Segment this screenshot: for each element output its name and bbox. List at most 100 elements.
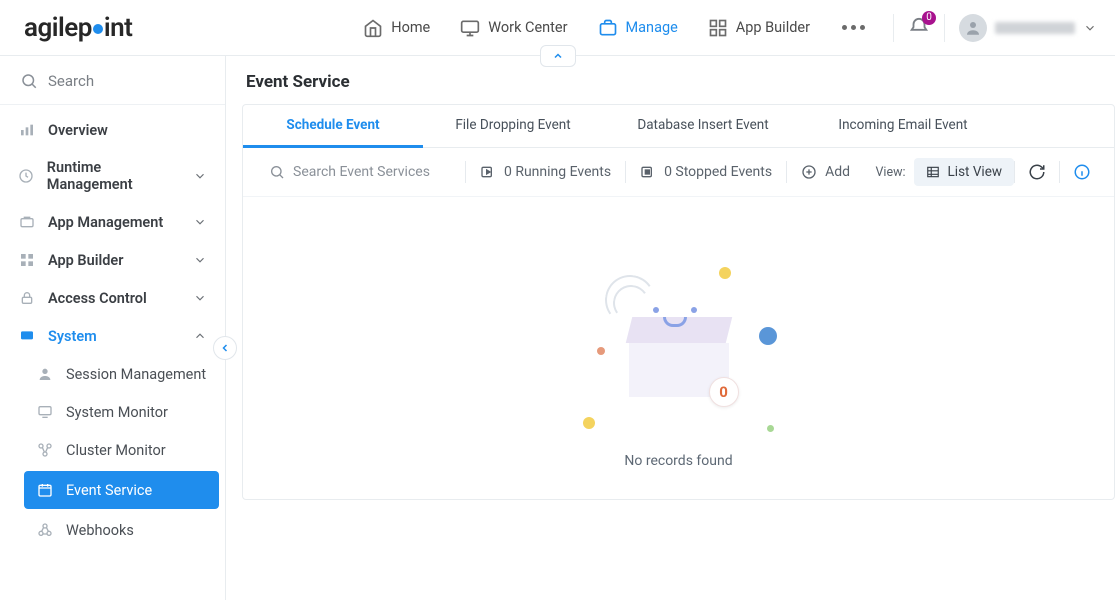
running-icon	[480, 164, 496, 180]
notifications-button[interactable]: 0	[908, 17, 930, 39]
sidebar-item-runtime-management[interactable]: Runtime Management	[0, 149, 225, 203]
lock-icon	[18, 289, 36, 307]
sidebar-item-app-builder[interactable]: App Builder	[0, 241, 225, 279]
sidebar-item-access-control[interactable]: Access Control	[0, 279, 225, 317]
sidebar-label: Event Service	[66, 482, 152, 499]
cluster-icon	[36, 441, 54, 459]
info-icon	[1073, 163, 1091, 181]
chevron-up-icon	[193, 329, 207, 343]
divider	[1059, 161, 1060, 183]
tab-label: Database Insert Event	[637, 117, 768, 133]
divider	[0, 104, 225, 105]
sidebar-item-app-management[interactable]: App Management	[0, 203, 225, 241]
add-button[interactable]: Add	[787, 164, 864, 180]
info-button[interactable]	[1072, 162, 1092, 182]
tab-schedule-event[interactable]: Schedule Event	[243, 105, 423, 148]
page-title: Event Service	[242, 72, 1115, 92]
sidebar-item-system[interactable]: System	[0, 317, 225, 355]
add-label: Add	[825, 164, 850, 180]
tab-incoming-email-event[interactable]: Incoming Email Event	[803, 105, 1003, 147]
refresh-icon	[1028, 163, 1046, 181]
avatar-icon	[959, 14, 987, 42]
sidebar-label: Cluster Monitor	[66, 442, 166, 459]
tab-file-dropping-event[interactable]: File Dropping Event	[423, 105, 603, 147]
empty-count-badge: 0	[709, 377, 739, 407]
divider	[944, 14, 945, 42]
sidebar-item-overview[interactable]: Overview	[0, 111, 225, 149]
chevron-up-icon	[552, 50, 564, 62]
chart-icon	[18, 121, 36, 139]
view-mode-label: List View	[948, 164, 1002, 180]
sidebar-item-event-service[interactable]: Event Service	[24, 471, 219, 509]
briefcase-icon	[598, 18, 618, 38]
refresh-button[interactable]	[1027, 162, 1047, 182]
chevron-down-icon	[193, 253, 207, 267]
calendar-icon	[36, 481, 54, 499]
stopped-events-button[interactable]: 0 Stopped Events	[626, 164, 786, 180]
running-events-button[interactable]: 0 Running Events	[466, 164, 625, 180]
toolbar-search[interactable]: Search Event Services	[255, 164, 465, 180]
stopped-events-label: 0 Stopped Events	[664, 164, 772, 180]
webhook-icon	[36, 521, 54, 539]
chevron-down-icon	[1083, 21, 1097, 35]
sidebar-item-session-management[interactable]: Session Management	[18, 355, 225, 393]
nav-label: App Builder	[736, 19, 810, 36]
grid-icon	[708, 18, 728, 38]
chevron-down-icon	[193, 169, 207, 183]
brand-logo[interactable]: agilep int	[24, 13, 132, 43]
chevron-down-icon	[193, 215, 207, 229]
sidebar-label: App Builder	[48, 252, 123, 269]
view-mode-toggle[interactable]: List View	[914, 158, 1014, 186]
nav-label: Home	[391, 19, 430, 36]
tab-database-insert-event[interactable]: Database Insert Event	[603, 105, 803, 147]
nav-label: Manage	[626, 19, 678, 36]
monitor-icon	[460, 18, 480, 38]
sidebar-label: Overview	[48, 122, 108, 139]
home-icon	[363, 18, 383, 38]
tab-label: Incoming Email Event	[838, 117, 967, 133]
system-icon	[18, 327, 36, 345]
sidebar-label: Runtime Management	[47, 159, 181, 193]
nav-work-center[interactable]: Work Center	[456, 12, 571, 44]
sidebar-label: App Management	[48, 214, 163, 231]
monitor2-icon	[36, 403, 54, 421]
sidebar-label: System Monitor	[66, 404, 168, 421]
username	[995, 22, 1075, 34]
nav-more-button[interactable]	[836, 25, 871, 30]
brand-dot-icon	[93, 24, 103, 34]
sidebar-collapse-button[interactable]	[213, 336, 237, 360]
nav-home[interactable]: Home	[359, 12, 434, 44]
nav-manage[interactable]: Manage	[594, 12, 682, 44]
nav-app-builder[interactable]: App Builder	[704, 12, 814, 44]
running-events-label: 0 Running Events	[504, 164, 611, 180]
nav-label: Work Center	[488, 19, 567, 36]
sidebar-label: Access Control	[48, 290, 147, 307]
tab-label: File Dropping Event	[455, 117, 570, 133]
sidebar-label: System	[48, 328, 97, 345]
sidebar-search[interactable]: Search	[0, 56, 225, 104]
view-label: View:	[875, 165, 913, 180]
briefcase2-icon	[18, 213, 36, 231]
user-icon	[36, 365, 54, 383]
stopped-icon	[640, 164, 656, 180]
tab-label: Schedule Event	[286, 117, 379, 133]
empty-illustration: 0	[569, 267, 789, 447]
search-icon	[269, 164, 285, 180]
plus-circle-icon	[801, 164, 817, 180]
clock-icon	[18, 167, 35, 185]
empty-message: No records found	[624, 453, 732, 469]
sidebar-search-placeholder: Search	[48, 72, 94, 90]
sidebar-label: Webhooks	[66, 522, 134, 539]
search-icon	[20, 72, 38, 90]
divider	[1014, 161, 1015, 183]
toolbar-search-placeholder: Search Event Services	[293, 164, 430, 180]
brand-text-2: int	[104, 13, 133, 43]
sidebar-item-cluster-monitor[interactable]: Cluster Monitor	[18, 431, 225, 469]
header-collapse-button[interactable]	[540, 45, 576, 67]
user-menu[interactable]	[959, 14, 1097, 42]
sidebar-item-system-monitor[interactable]: System Monitor	[18, 393, 225, 431]
sidebar-item-webhooks[interactable]: Webhooks	[18, 511, 225, 549]
chevron-left-icon	[219, 342, 231, 354]
brand-text-1: agilep	[24, 13, 92, 43]
chevron-down-icon	[193, 291, 207, 305]
